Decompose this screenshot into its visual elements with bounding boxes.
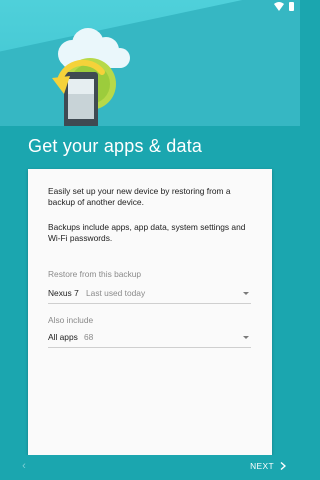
- battery-icon: [289, 2, 294, 11]
- next-label: NEXT: [250, 461, 274, 471]
- include-label: Also include: [48, 315, 94, 325]
- chevron-right-icon: [280, 462, 286, 470]
- include-apps-count: 68: [84, 332, 94, 342]
- include-apps-dropdown[interactable]: All apps 68: [48, 328, 251, 348]
- restore-card: Easily set up your new device by restori…: [28, 169, 272, 455]
- chevron-left-icon: ‹: [22, 460, 26, 472]
- restore-last-used: Last used today: [86, 288, 146, 298]
- dropdown-arrow-icon: [243, 336, 249, 339]
- page-title: Get your apps & data: [28, 136, 203, 156]
- intro-text: Easily set up your new device by restori…: [48, 186, 231, 207]
- include-apps-value: All apps: [48, 332, 78, 342]
- header-illustration: [0, 0, 300, 126]
- back-button[interactable]: ‹: [14, 458, 34, 474]
- restore-device-name: Nexus 7: [48, 288, 79, 298]
- backup-cloud-phone-icon: [52, 28, 130, 126]
- backup-info-text: Backups include apps, app data, system s…: [48, 222, 246, 243]
- restore-backup-dropdown[interactable]: Nexus 7 Last used today: [48, 284, 251, 304]
- restore-label: Restore from this backup: [48, 269, 142, 279]
- wifi-icon: [274, 2, 284, 11]
- next-button[interactable]: NEXT: [250, 458, 286, 474]
- status-bar: [0, 0, 300, 14]
- dropdown-arrow-icon: [243, 292, 249, 295]
